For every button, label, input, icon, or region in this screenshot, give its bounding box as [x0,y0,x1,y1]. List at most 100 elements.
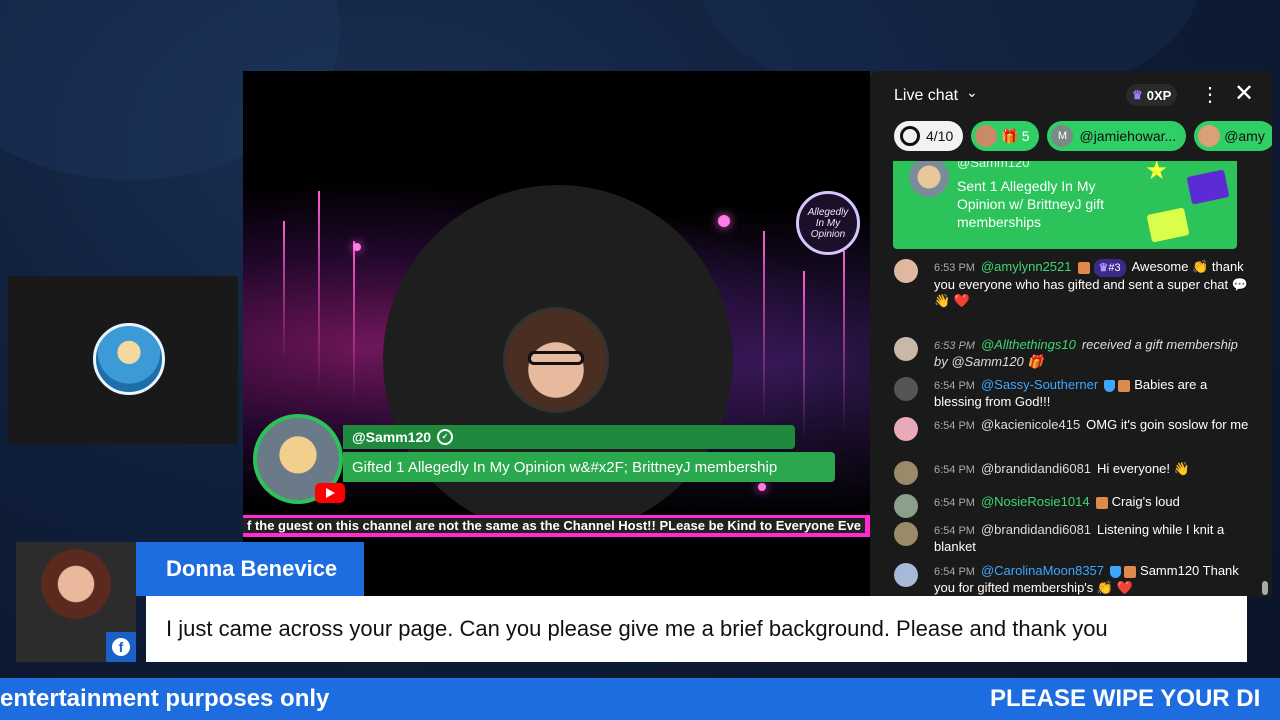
guest-avatar [93,323,165,395]
gift-icon: 🎁 [1001,127,1019,144]
gift-chip[interactable]: 🎁 5 [971,121,1040,151]
star-icon: ★ [1145,161,1169,185]
member-badge-icon [1118,379,1131,392]
chat-message: 6:54 PM @NosieRosie1014 Craig's loud [894,494,1250,518]
message-text: Craig's loud [1111,494,1180,509]
light-dot [353,243,361,251]
rank-label: #3 [1108,262,1121,274]
facebook-badge: f [106,632,136,662]
bottom-ticker: entertainment purposes only PLEASE WIPE … [0,678,1280,720]
message-author[interactable]: @Allthethings10 [981,337,1076,352]
message-author[interactable]: @NosieRosie1014 [981,494,1090,509]
avatar [894,417,918,441]
message-author[interactable]: @amylynn2521 [981,259,1072,274]
light-streak [803,271,805,441]
alert-username-bar: @Samm120 ✓ [343,425,795,449]
message-author[interactable]: @kacienicole415 [981,417,1080,432]
gift-box-icon [1146,207,1190,243]
message-time: 6:54 PM [934,464,975,476]
message-author[interactable]: @brandidandi6081 [981,461,1091,476]
alert-message: Gifted 1 Allegedly In My Opinion w&#x2F;… [352,458,778,476]
user-chip[interactable]: @amy [1194,121,1272,151]
rank-badge: ♛#3 [1093,259,1126,277]
ticker-text-left: entertainment purposes only [0,685,330,712]
chat-message: 6:53 PM @Allthethings10 received a gift me… [894,337,1250,370]
message-author[interactable]: @Sassy-Southerner [981,377,1098,392]
chat-scrollbar[interactable] [1262,581,1268,595]
goal-chip[interactable]: 4/10 [894,121,964,151]
message-time: 6:54 PM [934,525,975,537]
member-badge-icon [1124,565,1137,578]
message-author[interactable]: @brandidandi6081 [981,522,1091,537]
moderator-badge-icon [1104,379,1116,392]
user-avatar [1198,125,1221,147]
chat-chips: 4/10 🎁 5 M @jamiehowar... @amy [894,121,1272,153]
gift-card-username: @Samm120 [957,161,1030,170]
channel-logo: Allegedly In My Opinion [796,191,860,255]
avatar [894,377,918,401]
gift-membership-card: @Samm120 Sent 1 Allegedly In My Opinion … [893,161,1237,249]
stage-ticker-text: f the guest on this channel are not the … [243,518,866,533]
message-text: OMG it's goin soslow for me [1086,417,1249,432]
moderator-badge-icon [1110,565,1122,578]
gift-count: 5 [1021,128,1030,144]
close-icon[interactable]: ✕ [1234,79,1254,108]
chat-message: 6:54 PM @brandidandi6081 Listening while I… [894,522,1250,555]
chat-message-list[interactable]: @Samm120 Sent 1 Allegedly In My Opinion … [870,161,1272,597]
alert-message-bar: Gifted 1 Allegedly In My Opinion w&#x2F;… [343,452,835,482]
goal-progress: 4/10 [926,128,954,144]
guest-video-tile [8,276,238,444]
message-author[interactable]: @CarolinaMoon8357 [981,563,1104,578]
chat-message: 6:54 PM @brandidandi6081 Hi everyone! 👋 [894,461,1250,485]
gift-decoration: ★ [1145,161,1235,247]
avatar [894,461,918,485]
chat-message: 6:54 PM @CarolinaMoon8357 Samm120 Thank yo… [894,563,1250,596]
member-badge-icon [1095,496,1108,509]
chat-message: 6:54 PM @Sassy-Southerner Babies are a ble… [894,377,1250,410]
user-initial-avatar: M [1051,125,1074,147]
message-time: 6:54 PM [934,566,975,578]
chat-message: 6:54 PM @kacienicole415 OMG it's goin sosl… [894,417,1250,441]
live-chat-panel: Live chat ⌄ ♛ 0XP ⋮ ✕ 4/10 🎁 5 M @jamieh… [870,71,1272,597]
light-streak [318,191,320,391]
gifter-avatar [975,125,998,147]
stage-ticker: f the guest on this channel are not the … [243,515,870,537]
light-streak [283,221,285,361]
message-time: 6:53 PM [934,340,975,352]
more-vert-icon[interactable]: ⋮ [1200,82,1220,107]
comment-text: I just came across your page. Can you pl… [146,596,1247,662]
chat-message: 6:53 PM @amylynn2521 ♛#3 Awesome 👏 thank yo… [894,259,1250,309]
alert-username: @Samm120 [352,429,432,445]
xp-badge[interactable]: ♛ 0XP [1126,84,1178,106]
user-chip-label: @amy [1224,128,1265,144]
user-chip[interactable]: M @jamiehowar... [1047,121,1187,151]
message-text: Hi everyone! 👋 [1097,461,1190,476]
host-glasses [528,351,584,365]
avatar [894,522,918,546]
avatar [894,337,918,361]
message-text: received a gift membership by @Samm120 🎁 [934,337,1238,369]
light-dot [718,215,730,227]
youtube-icon [315,483,345,503]
message-time: 6:54 PM [934,420,975,432]
chat-title[interactable]: Live chat [894,87,958,105]
message-time: 6:53 PM [934,262,975,274]
light-dot [758,483,766,491]
member-badge-icon [1077,261,1090,274]
xp-label: 0XP [1146,87,1172,103]
chat-header: Live chat ⌄ ♛ 0XP ⋮ ✕ [870,71,1272,121]
main-stage: Allegedly In My Opinion @Samm120 ✓ Gifte… [243,71,870,597]
channel-logo-text: Allegedly In My Opinion [807,206,849,240]
gift-card-avatar [909,161,949,197]
avatar [894,494,918,518]
message-time: 6:54 PM [934,380,975,392]
crown-icon: ♛ [1132,88,1143,102]
user-chip-label: @jamiehowar... [1079,128,1177,144]
verified-icon: ✓ [437,429,454,445]
avatar [894,563,918,587]
gift-box-icon [1186,169,1230,205]
chevron-down-icon[interactable]: ⌄ [966,84,978,101]
ticker-text-right: PLEASE WIPE YOUR DI [990,685,1261,712]
light-streak [353,241,355,401]
commenter-name: Donna Benevice [136,542,364,596]
